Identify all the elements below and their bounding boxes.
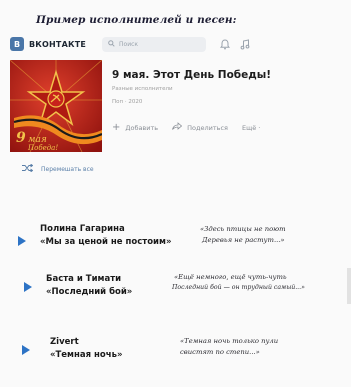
track-lyric-line: «Темная ночь только пули [180,337,279,345]
track-artist: Баста и Тимати [46,274,122,284]
more-button[interactable]: Ещё · [242,124,260,132]
shuffle-label: Перемешать все [41,166,94,173]
album-title: 9 мая. Этот День Победы! [112,69,272,81]
track-title: «Темная ночь» [50,350,123,360]
album-meta: Поп · 2020 [112,99,143,105]
music-note-icon[interactable] [240,35,250,54]
track-title: «Мы за ценой не постоим» [40,237,172,247]
page: Пример исполнителей и песен: В ВКОНТАКТЕ… [0,0,351,387]
track-lyric-line: свистят по степи...» [180,348,260,356]
share-icon [172,122,183,133]
more-label: Ещё · [241,123,261,132]
album-cover[interactable]: 9 мая Победа! [10,60,102,152]
scrollbar[interactable] [347,268,351,304]
vk-logo-icon[interactable]: В [10,37,24,51]
track-artist: Полина Гагарина [40,224,125,234]
track-lyric-line: «Здесь птицы не поют [200,225,286,233]
play-icon[interactable] [22,345,30,355]
track-lyric-line: Последний бой — он трудный самый...» [172,284,305,291]
share-label: Поделиться [187,123,228,132]
share-button[interactable]: Поделиться [172,122,228,133]
track-title: «Последний бой» [46,287,133,297]
track-lyric-line: Деревья не растут...» [202,236,285,244]
add-button[interactable]: + Добавить [112,122,158,133]
album-actions: + Добавить Поделиться Ещё · [112,122,274,133]
play-icon[interactable] [18,236,26,246]
vk-header: В ВКОНТАКТЕ Поиск [6,33,346,55]
vk-brand-name[interactable]: ВКОНТАКТЕ [29,40,86,49]
add-label: Добавить [125,123,159,132]
plus-icon: + [112,122,121,133]
cover-number: 9 [16,130,26,146]
search-placeholder: Поиск [119,40,139,48]
search-icon [108,39,115,49]
album-artist[interactable]: Разные исполнители [112,86,173,92]
caption: Пример исполнителей и песен: [36,14,237,26]
track-artist: Zivert [50,337,79,347]
track-lyric-line: «Ещё немного, ещё чуть-чуть [174,273,287,281]
search-input[interactable]: Поиск [102,36,207,52]
shuffle-all-button[interactable]: Перемешать все [22,163,94,175]
shuffle-icon [22,163,34,175]
cover-text-bottom: Победа! [27,144,58,152]
bell-icon[interactable] [220,35,231,54]
play-icon[interactable] [24,282,32,292]
